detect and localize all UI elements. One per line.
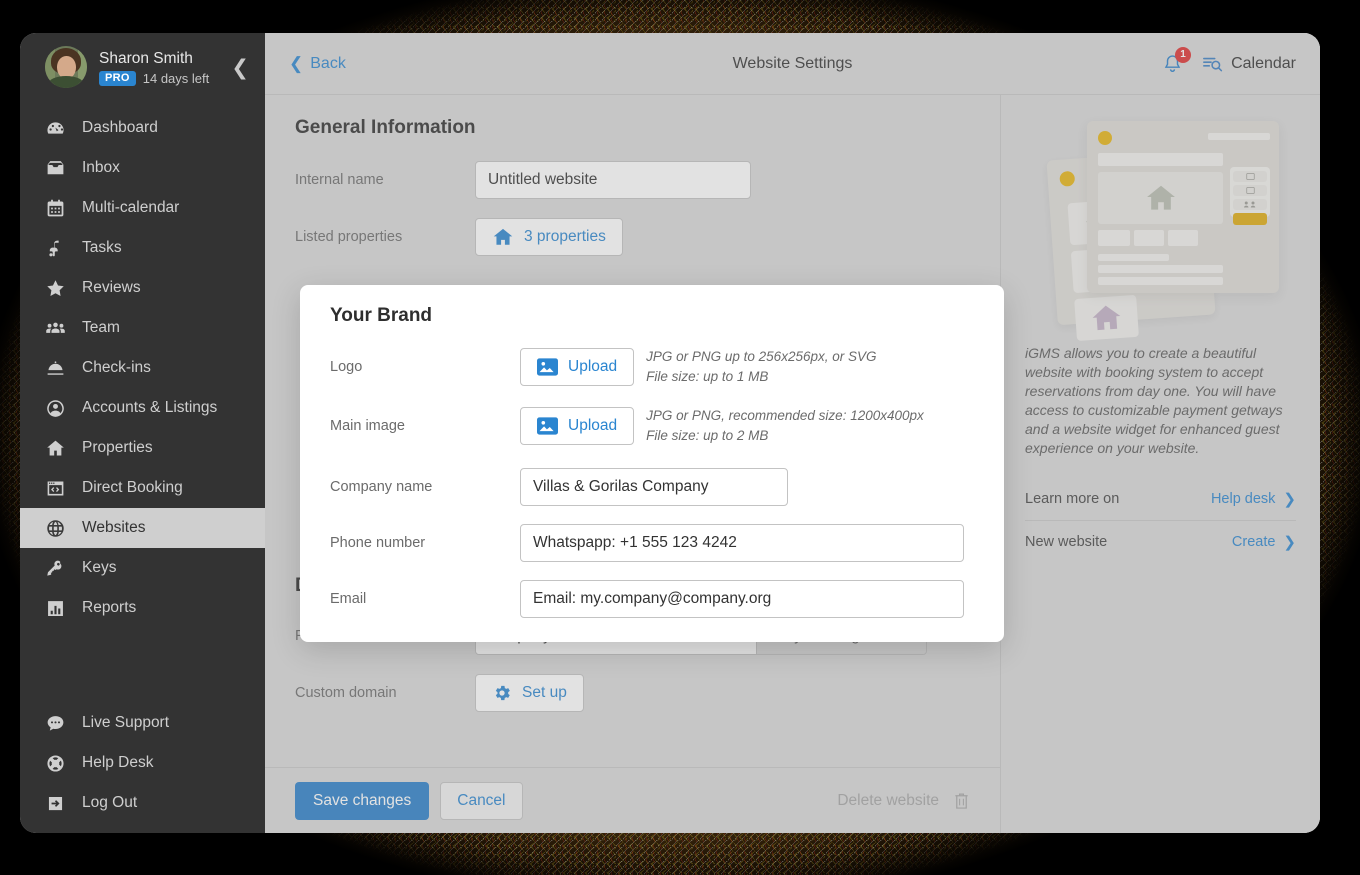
image-icon: [537, 358, 558, 376]
logo-label: Logo: [330, 359, 520, 375]
email-input[interactable]: [520, 580, 964, 618]
user-profile-block[interactable]: Sharon Smith PRO 14 days left ❮: [20, 33, 265, 102]
bell-service-icon: [45, 358, 66, 379]
sidebar-item-label: Log Out: [82, 794, 137, 812]
sidebar-item-label: Help Desk: [82, 754, 154, 772]
sidebar-item-inbox[interactable]: Inbox: [20, 148, 265, 188]
sidebar-item-log-out[interactable]: Log Out: [20, 783, 265, 823]
sidebar-item-websites[interactable]: Websites: [20, 508, 265, 548]
main-image-upload-label: Upload: [568, 417, 617, 435]
logo-row: Logo Upload JPG or PNG up to 256x256px, …: [330, 347, 974, 387]
logo-hint-line-1: JPG or PNG up to 256x256px, or SVG: [646, 347, 876, 367]
home-icon: [45, 438, 66, 459]
tasks-icon: [45, 238, 66, 259]
company-name-row: Company name: [330, 468, 974, 506]
sidebar-item-label: Reviews: [82, 279, 141, 297]
your-brand-heading: Your Brand: [330, 305, 974, 327]
main-image-hint-line-2: File size: up to 2 MB: [646, 426, 924, 446]
sidebar-item-label: Multi-calendar: [82, 199, 179, 217]
main-image-upload-button[interactable]: Upload: [520, 407, 634, 445]
sidebar-item-label: Properties: [82, 439, 153, 457]
sidebar-item-label: Websites: [82, 519, 145, 537]
phone-number-input[interactable]: [520, 524, 964, 562]
user-name: Sharon Smith: [99, 49, 209, 68]
sidebar-item-label: Inbox: [82, 159, 120, 177]
team-icon: [45, 318, 66, 339]
star-icon: [45, 278, 66, 299]
chevron-left-icon[interactable]: ❮: [231, 57, 249, 78]
account-circle-icon: [45, 398, 66, 419]
sidebar-item-label: Live Support: [82, 714, 169, 732]
sidebar-item-team[interactable]: Team: [20, 308, 265, 348]
your-brand-modal: Your Brand Logo Upload JPG or PNG up to …: [300, 285, 1004, 642]
bar-chart-icon: [45, 598, 66, 619]
sidebar-item-reports[interactable]: Reports: [20, 588, 265, 628]
app-window: Sharon Smith PRO 14 days left ❮ Dashboar…: [20, 33, 1320, 833]
lifebuoy-icon: [45, 753, 66, 774]
phone-number-label: Phone number: [330, 535, 520, 551]
logo-hint: JPG or PNG up to 256x256px, or SVG File …: [646, 347, 876, 387]
main-image-hint: JPG or PNG, recommended size: 1200x400px…: [646, 406, 924, 446]
dashboard-icon: [45, 118, 66, 139]
sidebar-item-label: Dashboard: [82, 119, 158, 137]
key-icon: [45, 558, 66, 579]
sidebar-item-keys[interactable]: Keys: [20, 548, 265, 588]
email-label: Email: [330, 591, 520, 607]
main-image-row: Main image Upload JPG or PNG, recommende…: [330, 406, 974, 446]
chat-bubble-icon: [45, 713, 66, 734]
globe-icon: [45, 518, 66, 539]
calendar-icon: [45, 198, 66, 219]
inbox-icon: [45, 158, 66, 179]
sidebar-item-label: Check-ins: [82, 359, 151, 377]
sidebar-item-label: Reports: [82, 599, 136, 617]
sidebar-item-live-support[interactable]: Live Support: [20, 703, 265, 743]
avatar: [45, 46, 87, 88]
pro-badge: PRO: [99, 71, 136, 86]
sidebar-item-accounts-listings[interactable]: Accounts & Listings: [20, 388, 265, 428]
sidebar-item-tasks[interactable]: Tasks: [20, 228, 265, 268]
sidebar-item-label: Team: [82, 319, 120, 337]
image-icon: [537, 417, 558, 435]
main-image-hint-line-1: JPG or PNG, recommended size: 1200x400px: [646, 406, 924, 426]
sidebar-item-properties[interactable]: Properties: [20, 428, 265, 468]
email-row: Email: [330, 580, 974, 618]
logo-upload-group: Upload JPG or PNG up to 256x256px, or SV…: [520, 347, 877, 387]
logo-upload-button[interactable]: Upload: [520, 348, 634, 386]
company-name-input[interactable]: [520, 468, 788, 506]
sidebar-bottom-nav: Live Support Help Desk Log Out: [20, 703, 265, 833]
sidebar-spacer: [20, 628, 265, 703]
sidebar-item-label: Tasks: [82, 239, 122, 257]
company-name-label: Company name: [330, 479, 520, 495]
sidebar-nav: Dashboard Inbox Multi-calendar Tasks Rev…: [20, 108, 265, 628]
logout-icon: [45, 793, 66, 814]
sidebar-item-label: Keys: [82, 559, 116, 577]
trial-days-left: 14 days left: [143, 71, 210, 86]
sidebar: Sharon Smith PRO 14 days left ❮ Dashboar…: [20, 33, 265, 833]
sidebar-item-multi-calendar[interactable]: Multi-calendar: [20, 188, 265, 228]
sidebar-item-label: Accounts & Listings: [82, 399, 217, 417]
sidebar-item-label: Direct Booking: [82, 479, 183, 497]
logo-upload-label: Upload: [568, 358, 617, 376]
main-image-label: Main image: [330, 418, 520, 434]
phone-number-row: Phone number: [330, 524, 974, 562]
sidebar-item-check-ins[interactable]: Check-ins: [20, 348, 265, 388]
main-image-upload-group: Upload JPG or PNG, recommended size: 120…: [520, 406, 924, 446]
sidebar-item-reviews[interactable]: Reviews: [20, 268, 265, 308]
sidebar-item-dashboard[interactable]: Dashboard: [20, 108, 265, 148]
code-window-icon: [45, 478, 66, 499]
sidebar-item-help-desk[interactable]: Help Desk: [20, 743, 265, 783]
logo-hint-line-2: File size: up to 1 MB: [646, 367, 876, 387]
sidebar-item-direct-booking[interactable]: Direct Booking: [20, 468, 265, 508]
